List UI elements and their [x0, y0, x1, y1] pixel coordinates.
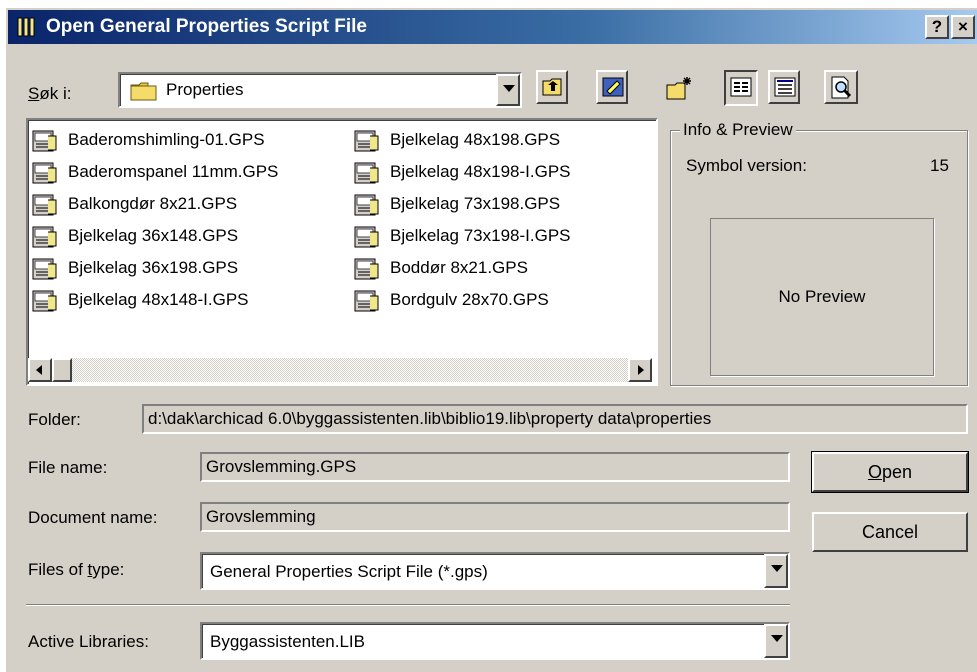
arrow-left-icon — [36, 365, 42, 375]
document-name-field[interactable]: Grovslemming — [200, 502, 790, 532]
list-view-icon — [730, 77, 752, 97]
look-in-combobox[interactable]: Properties — [118, 72, 522, 108]
gps-file-icon — [354, 162, 379, 184]
file-item[interactable]: Bjelkelag 36x148.GPS — [32, 222, 238, 250]
details-view-button[interactable] — [768, 70, 800, 104]
file-list[interactable]: Baderomshimling-01.GPS Baderomspanel 11mm… — [26, 118, 658, 386]
window-title: Open General Properties Script File — [46, 16, 367, 37]
look-in-label-text: øk i: — [39, 84, 72, 103]
file-name: Baderomspanel 11mm.GPS — [68, 162, 279, 181]
gps-file-icon — [32, 290, 57, 312]
help-button[interactable]: ? — [925, 15, 949, 39]
up-one-level-icon — [542, 78, 562, 96]
file-item[interactable]: Bjelkelag 48x198-I.GPS — [354, 158, 571, 186]
preview-button[interactable] — [824, 70, 858, 104]
separator — [26, 604, 790, 606]
files-of-type-label: Files of type: — [28, 560, 124, 580]
file-name-field[interactable]: Grovslemming.GPS — [200, 452, 790, 482]
file-name-label: File name: — [28, 458, 108, 477]
file-name: Balkongdør 8x21.GPS — [68, 194, 238, 213]
file-name: Bjelkelag 73x198-I.GPS — [390, 226, 571, 245]
cancel-button[interactable]: Cancel — [812, 512, 968, 552]
scroll-right-button[interactable] — [628, 358, 652, 382]
open-button[interactable]: Open — [811, 451, 969, 493]
title-bar[interactable]: Open General Properties Script File ? × — [8, 10, 977, 44]
active-libraries-dropdown-button[interactable] — [764, 624, 788, 658]
file-item[interactable]: Balkongdør 8x21.GPS — [32, 190, 237, 218]
file-item[interactable]: Baderomshimling-01.GPS — [32, 126, 265, 154]
new-folder-button[interactable] — [660, 70, 692, 104]
file-item[interactable]: Bjelkelag 73x198-I.GPS — [354, 222, 571, 250]
active-libraries-value: Byggassistenten.LIB — [210, 632, 365, 651]
look-in-label: Søk i: — [28, 84, 72, 103]
file-name: Bjelkelag 48x198.GPS — [390, 130, 561, 149]
active-libraries-combobox[interactable]: Byggassistenten.LIB — [200, 622, 790, 660]
files-of-type-label-post: ype: — [92, 560, 125, 579]
gps-file-icon — [32, 226, 57, 248]
file-item[interactable]: Bjelkelag 36x198.GPS — [32, 254, 238, 282]
file-name: Bjelkelag 48x148-I.GPS — [68, 290, 249, 309]
info-preview-title: Info & Preview — [680, 120, 796, 140]
files-of-type-value: General Properties Script File (*.gps) — [210, 562, 488, 581]
gps-file-icon — [32, 194, 57, 216]
file-item[interactable]: Bjelkelag 48x198.GPS — [354, 126, 560, 154]
archicad-app-icon — [17, 17, 35, 37]
file-item[interactable]: Bjelkelag 48x148-I.GPS — [32, 286, 249, 314]
horizontal-scrollbar[interactable] — [28, 358, 652, 382]
file-name: Bordgulv 28x70.GPS — [390, 290, 549, 309]
file-name: Bjelkelag 36x148.GPS — [68, 226, 239, 245]
close-button[interactable]: × — [951, 15, 975, 39]
up-one-level-button[interactable] — [536, 70, 568, 104]
gps-file-icon — [32, 162, 57, 184]
gps-file-icon — [354, 258, 379, 280]
file-name: Bjelkelag 73x198.GPS — [390, 194, 561, 213]
folder-label: Folder: — [28, 410, 81, 429]
gps-file-icon — [354, 226, 379, 248]
preview-area: No Preview — [710, 218, 934, 376]
files-of-type-label-pre: Files of — [28, 560, 88, 579]
gps-file-icon — [354, 130, 379, 152]
files-of-type-combobox[interactable]: General Properties Script File (*.gps) — [200, 552, 790, 590]
file-item[interactable]: Baderomspanel 11mm.GPS — [32, 158, 278, 186]
look-in-value: Properties — [166, 80, 244, 99]
active-libraries-label: Active Libraries: — [28, 632, 149, 651]
file-item[interactable]: Bordgulv 28x70.GPS — [354, 286, 549, 314]
file-name: Baderomshimling-01.GPS — [68, 130, 265, 149]
file-item[interactable]: Bjelkelag 73x198.GPS — [354, 190, 560, 218]
open-button-label: pen — [881, 462, 913, 482]
scroll-left-button[interactable] — [28, 358, 52, 382]
file-item[interactable]: Boddør 8x21.GPS — [354, 254, 528, 282]
gps-file-icon — [32, 130, 57, 152]
files-of-type-dropdown-button[interactable] — [764, 554, 788, 588]
scroll-thumb[interactable] — [52, 358, 72, 382]
desktop-icon — [602, 77, 624, 97]
preview-icon — [831, 76, 852, 99]
folder-icon — [130, 82, 157, 101]
gps-file-icon — [32, 258, 57, 280]
file-name: Bjelkelag 48x198-I.GPS — [390, 162, 571, 181]
symbol-version-label: Symbol version: — [686, 156, 807, 175]
desktop-button[interactable] — [596, 70, 628, 104]
file-name: Bjelkelag 36x198.GPS — [68, 258, 239, 277]
details-view-icon — [774, 77, 796, 97]
folder-path: d:\dak\archicad 6.0\byggassistenten.lib\… — [142, 404, 968, 434]
new-folder-icon — [666, 77, 691, 100]
gps-file-icon — [354, 194, 379, 216]
gps-file-icon — [354, 290, 379, 312]
open-button-accel: O — [867, 462, 882, 482]
symbol-version-value: 15 — [930, 156, 949, 175]
file-name: Boddør 8x21.GPS — [390, 258, 528, 277]
list-view-button[interactable] — [724, 70, 758, 106]
document-name-label: Document name: — [28, 508, 158, 527]
look-in-dropdown-button[interactable] — [496, 74, 520, 106]
open-file-dialog: Open General Properties Script File ? × … — [4, 6, 977, 672]
arrow-right-icon — [638, 365, 644, 375]
